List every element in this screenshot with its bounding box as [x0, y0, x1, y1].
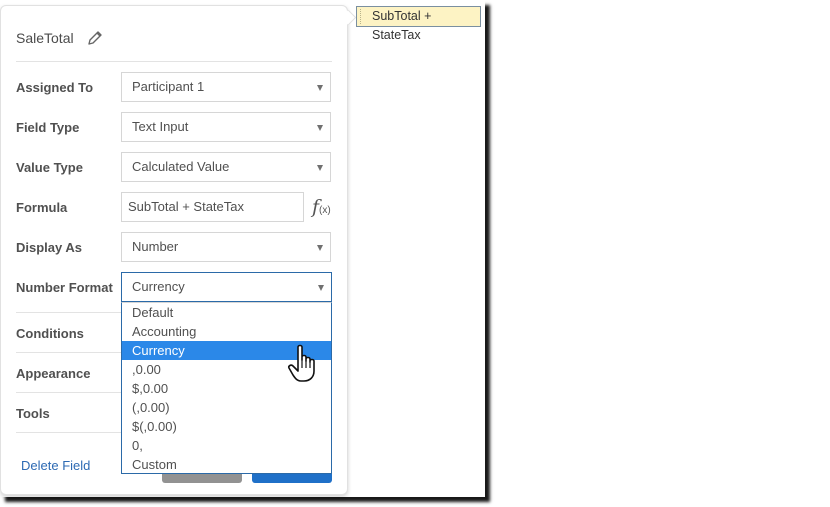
option-zero-comma[interactable]: 0, — [122, 436, 331, 455]
fx-subscript: (x) — [319, 205, 331, 216]
display-as-value: Number — [132, 239, 179, 254]
option-default[interactable]: Default — [122, 303, 331, 322]
assigned-to-select[interactable]: Participant 1 — [121, 72, 331, 102]
formula-tooltip: SubTotal + StateTax — [356, 6, 481, 42]
formula-label: Formula — [16, 200, 68, 215]
number-format-listbox: Default Accounting Currency ,0.00 $,0.00… — [121, 302, 332, 474]
ok-button[interactable] — [252, 474, 332, 483]
number-format-label: Number Format — [16, 280, 113, 295]
fx-glyph: f — [312, 196, 320, 218]
chevron-down-icon — [317, 85, 323, 91]
divider — [16, 61, 332, 62]
number-format-select[interactable]: Currency — [121, 272, 332, 302]
display-as-label: Display As — [16, 240, 82, 255]
chevron-down-icon — [317, 125, 323, 131]
function-fx-icon[interactable]: f(x) — [312, 196, 331, 218]
option-accounting[interactable]: Accounting — [122, 322, 331, 341]
field-type-select[interactable]: Text Input — [121, 112, 331, 142]
assigned-to-label: Assigned To — [16, 80, 94, 95]
value-type-select[interactable]: Calculated Value — [121, 152, 331, 182]
option-custom[interactable]: Custom — [122, 455, 331, 474]
pencil-icon[interactable] — [86, 29, 104, 47]
cancel-button[interactable] — [162, 474, 242, 483]
panel-header: SaleTotal — [16, 28, 104, 48]
field-name-title: SaleTotal — [16, 30, 74, 46]
hand-pointer-cursor-icon — [286, 343, 320, 385]
number-format-value: Currency — [132, 279, 185, 294]
option-dollar-paren-comma-decimal[interactable]: $(,0.00) — [122, 417, 331, 436]
assigned-to-value: Participant 1 — [132, 79, 205, 94]
display-as-select[interactable]: Number — [121, 232, 331, 262]
option-paren-comma-decimal[interactable]: (,0.00) — [122, 398, 331, 417]
section-conditions[interactable]: Conditions — [16, 326, 84, 341]
field-type-label: Field Type — [16, 120, 80, 135]
value-type-label: Value Type — [16, 160, 83, 175]
section-appearance[interactable]: Appearance — [16, 366, 90, 381]
field-type-value: Text Input — [132, 119, 189, 134]
value-type-value: Calculated Value — [132, 159, 230, 174]
chevron-down-icon — [317, 165, 323, 171]
chevron-down-icon — [317, 245, 323, 251]
section-tools[interactable]: Tools — [16, 406, 50, 421]
chevron-down-icon — [318, 285, 324, 291]
delete-field-link[interactable]: Delete Field — [21, 458, 90, 473]
formula-input[interactable]: SubTotal + StateTax — [121, 192, 304, 222]
